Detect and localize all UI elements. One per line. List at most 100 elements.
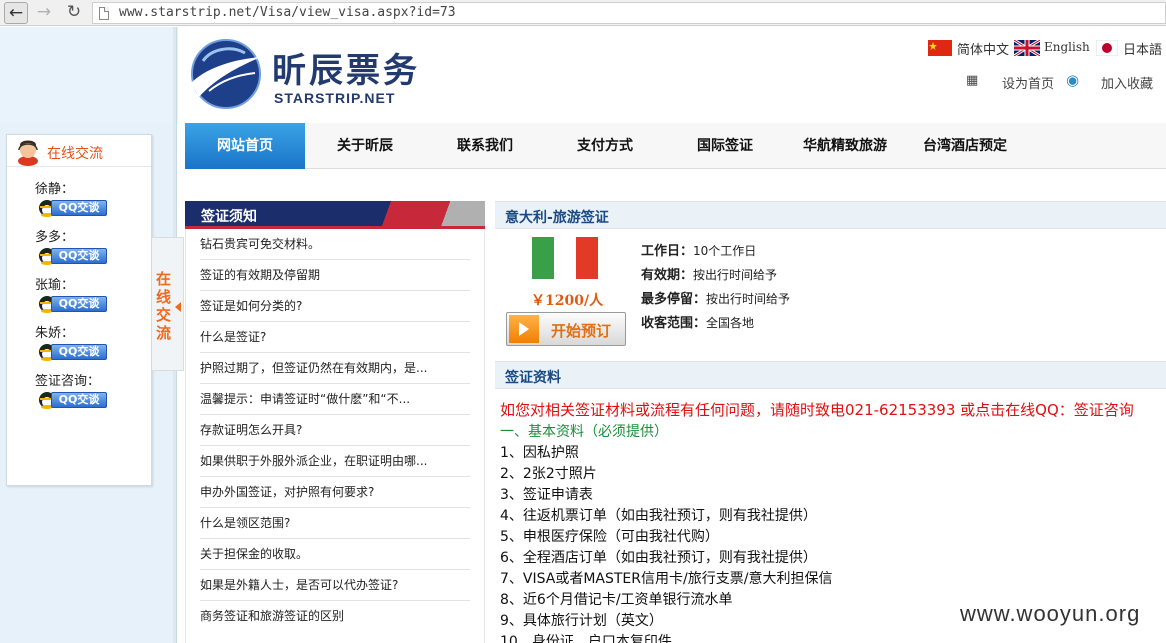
note-link[interactable]: 签证是如何分类的? bbox=[200, 291, 470, 322]
agent-name: 张瑜： bbox=[35, 278, 75, 293]
requirement-item: 8、近6个月借记卡/工资单银行流水单 bbox=[500, 592, 733, 608]
nav-visa[interactable]: 国际签证 bbox=[665, 123, 785, 169]
start-booking-label: 开始预订 bbox=[551, 322, 612, 340]
qq-chat-button[interactable]: QQ交谈 bbox=[37, 245, 107, 265]
chat-collapse-tab[interactable]: 在线交流 bbox=[152, 237, 184, 371]
home-cube-icon: ▦ bbox=[966, 73, 979, 88]
requirement-item: 5、申根医疗保险（可由我社代购） bbox=[500, 529, 719, 545]
qq-chat-label: QQ交谈 bbox=[51, 344, 107, 360]
info-value: 10个工作日 bbox=[693, 244, 757, 258]
lang-simplified-chinese[interactable]: 简体中文 bbox=[957, 39, 1009, 58]
start-booking-button[interactable]: 开始预订 bbox=[506, 312, 626, 346]
browser-toolbar: ← → ↻ www.starstrip.net/Visa/view_visa.a… bbox=[0, 0, 1166, 26]
qq-chat-button[interactable]: QQ交谈 bbox=[37, 197, 107, 217]
info-validity: 有效期：按出行时间给予 bbox=[641, 264, 777, 283]
requirement-item: 3、签证申请表 bbox=[500, 487, 593, 503]
address-bar[interactable]: www.starstrip.net/Visa/view_visa.aspx?id… bbox=[92, 2, 1166, 24]
nav-hotels[interactable]: 台湾酒店预定 bbox=[905, 123, 1025, 169]
forward-arrow-icon[interactable]: → bbox=[32, 2, 56, 24]
note-link[interactable]: 温馨提示：申请签证时“做什麽”和“不... bbox=[200, 384, 470, 415]
nav-payment[interactable]: 支付方式 bbox=[545, 123, 665, 169]
play-arrow-icon bbox=[509, 315, 539, 343]
materials-title: 签证资料 bbox=[505, 370, 561, 386]
agent-name: 多多： bbox=[35, 230, 75, 245]
flag-stripe-green bbox=[532, 237, 554, 279]
uk-flag-icon[interactable] bbox=[1014, 40, 1040, 56]
agent-name: 朱娇： bbox=[35, 326, 75, 341]
collapse-arrow-icon bbox=[175, 302, 181, 312]
note-link[interactable]: 如果供职于外服外派企业，在职证明由哪... bbox=[200, 446, 470, 477]
nav-home[interactable]: 网站首页 bbox=[185, 123, 305, 169]
requirement-item: 2、2张2寸照片 bbox=[500, 466, 597, 482]
visa-notes-header: 签证须知 bbox=[185, 201, 485, 229]
qq-chat-label: QQ交谈 bbox=[51, 392, 107, 408]
back-arrow-icon[interactable]: ← bbox=[4, 2, 28, 24]
note-link[interactable]: 申办外国签证，对护照有何要求? bbox=[200, 477, 470, 508]
china-flag-icon[interactable] bbox=[928, 40, 952, 56]
watermark: www.wooyun.org bbox=[960, 601, 1141, 626]
info-value: 按出行时间给予 bbox=[706, 292, 791, 306]
visa-title-bar: 意大利-旅游签证 bbox=[495, 201, 1166, 229]
service-agent-icon bbox=[18, 140, 38, 166]
info-coverage: 收客范围：全国各地 bbox=[641, 312, 754, 331]
note-link[interactable]: 什么是签证? bbox=[200, 322, 470, 353]
reload-icon[interactable]: ↻ bbox=[62, 2, 86, 24]
contact-notice: 如您对相关签证材料或流程有任何问题，请随时致电021-62153393 或点击在… bbox=[500, 401, 1134, 419]
globe-icon: ◉ bbox=[1066, 71, 1080, 89]
logo-english[interactable]: STARSTRIP.NET bbox=[274, 90, 395, 106]
note-link[interactable]: 签证的有效期及停留期 bbox=[200, 260, 470, 291]
chat-title: 在线交流 bbox=[47, 146, 103, 162]
online-chat-panel: 在线交流 徐静： QQ交谈 多多： QQ交谈 张瑜： QQ交谈 朱娇： QQ交谈… bbox=[6, 134, 152, 486]
qq-chat-label: QQ交谈 bbox=[51, 200, 107, 216]
qq-chat-label: QQ交谈 bbox=[51, 296, 107, 312]
logo-globe-icon[interactable] bbox=[189, 37, 263, 111]
main-nav: 网站首页 关于昕辰 联系我们 支付方式 国际签证 华航精致旅游 台湾酒店预定 bbox=[185, 123, 1166, 169]
visa-title: 意大利-旅游签证 bbox=[505, 210, 609, 226]
note-link[interactable]: 存款证明怎么开具? bbox=[200, 415, 470, 446]
nav-contact[interactable]: 联系我们 bbox=[425, 123, 545, 169]
japan-flag-icon[interactable] bbox=[1096, 40, 1118, 56]
set-homepage-link[interactable]: 设为首页 bbox=[1002, 73, 1054, 92]
qq-chat-button[interactable]: QQ交谈 bbox=[37, 293, 107, 313]
info-working-days: 工作日：10个工作日 bbox=[641, 240, 756, 259]
note-link[interactable]: 什么是领区范围? bbox=[200, 508, 470, 539]
qq-chat-button[interactable]: QQ交谈 bbox=[37, 341, 107, 361]
agent-name: 徐静： bbox=[35, 182, 75, 197]
visa-notes-title: 签证须知 bbox=[201, 209, 257, 225]
info-max-stay: 最多停留：按出行时间给予 bbox=[641, 288, 790, 307]
info-label: 收客范围： bbox=[641, 316, 707, 331]
add-favorite-link[interactable]: 加入收藏 bbox=[1101, 73, 1153, 92]
chat-tab-label: 在线交流 bbox=[156, 270, 172, 342]
nav-about[interactable]: 关于昕辰 bbox=[305, 123, 425, 169]
note-link[interactable]: 商务签证和旅游签证的区别 bbox=[200, 601, 470, 632]
requirement-item: 6、全程酒店订单（如由我社预订，则有我社提供） bbox=[500, 550, 817, 566]
requirement-item: 9、具体旅行计划（英文） bbox=[500, 613, 663, 629]
url-text[interactable]: www.starstrip.net/Visa/view_visa.aspx?id… bbox=[119, 5, 456, 20]
visa-price: ￥1200/人 bbox=[531, 293, 604, 309]
page-icon bbox=[99, 7, 109, 20]
note-link[interactable]: 护照过期了，但签证仍然在有效期内，是... bbox=[200, 353, 470, 384]
requirement-item: 1、因私护照 bbox=[500, 445, 579, 461]
basic-docs-heading: 一、基本资料（必须提供） bbox=[500, 424, 668, 440]
note-link[interactable]: 钻石贵宾可免交材料。 bbox=[200, 229, 470, 260]
info-label: 最多停留： bbox=[641, 292, 707, 307]
italy-flag-icon bbox=[532, 237, 598, 279]
lang-english[interactable]: English bbox=[1044, 40, 1090, 54]
lang-japanese[interactable]: 日本語 bbox=[1123, 39, 1162, 58]
qq-chat-button[interactable]: QQ交谈 bbox=[37, 389, 107, 409]
visa-notes-list: 钻石贵宾可免交材料。 签证的有效期及停留期 签证是如何分类的? 什么是签证? 护… bbox=[185, 229, 485, 643]
nav-tours[interactable]: 华航精致旅游 bbox=[785, 123, 905, 169]
logo-chinese[interactable]: 昕辰票务 bbox=[272, 51, 420, 91]
requirement-item: 7、VISA或者MASTER信用卡/旅行支票/意大利担保信 bbox=[500, 571, 833, 587]
flag-stripe-white bbox=[554, 237, 576, 279]
info-label: 有效期： bbox=[641, 268, 694, 283]
note-link[interactable]: 如果是外籍人士，是否可以代办签证? bbox=[200, 570, 470, 601]
flag-stripe-red bbox=[576, 237, 598, 279]
info-value: 按出行时间给予 bbox=[693, 268, 778, 282]
qq-chat-label: QQ交谈 bbox=[51, 248, 107, 264]
page: 昕辰票务 STARSTRIP.NET 简体中文 English 日本語 ▦ 设为… bbox=[0, 27, 1166, 643]
requirement-item: 10、身份证、户口本复印件 bbox=[500, 634, 672, 643]
note-link[interactable]: 关于担保金的收取。 bbox=[200, 539, 470, 570]
info-value: 全国各地 bbox=[706, 316, 755, 330]
chat-header: 在线交流 bbox=[7, 135, 151, 167]
